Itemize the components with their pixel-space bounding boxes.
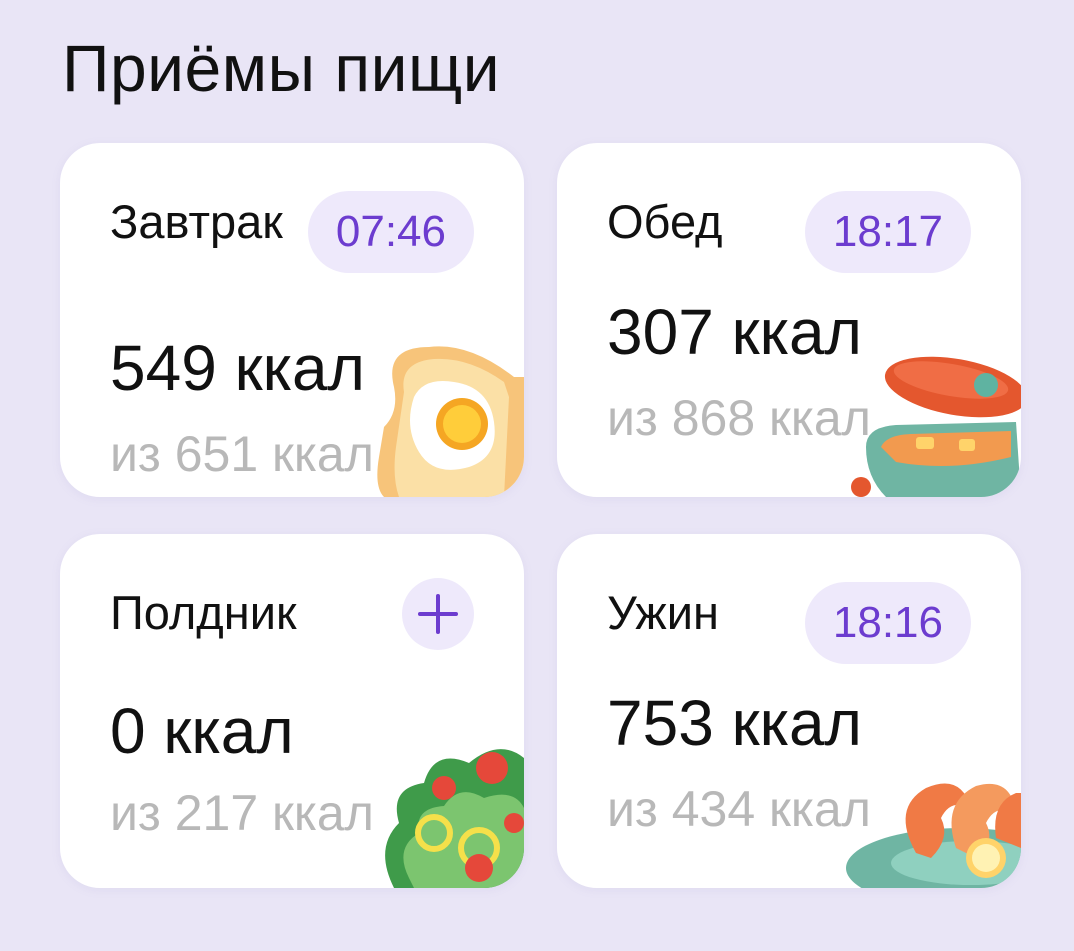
meal-name: Полдник [110,586,297,639]
meal-kcal-target: из 217 ккал [110,785,374,841]
meal-name: Завтрак [110,195,283,248]
meal-kcal-target: из 868 ккал [607,390,871,446]
meal-card-dinner[interactable]: Ужин 18:16 753 ккал из 434 ккал [557,534,1021,888]
meal-card-lunch[interactable]: Обед 18:17 307 ккал из 868 ккал [557,143,1021,497]
page-title: Приёмы пищи [62,31,501,105]
meal-kcal: 549 ккал [110,332,365,404]
add-meal-button[interactable] [402,578,474,650]
meal-card-snack[interactable]: Полдник 0 ккал из 217 ккал [60,534,524,888]
salad-icon [385,749,524,888]
soup-bowl-icon [851,356,1021,497]
meal-name: Обед [607,195,723,248]
meal-name: Ужин [607,586,719,639]
meal-kcal: 0 ккал [110,695,294,767]
meal-kcal-target: из 651 ккал [110,426,374,482]
meal-card-breakfast[interactable]: Завтрак 07:46 549 ккал из 651 ккал [60,143,524,497]
meal-kcal: 753 ккал [607,687,862,759]
meal-time-badge: 18:16 [804,582,971,664]
plus-icon [418,594,458,634]
meal-kcal: 307 ккал [607,296,862,368]
meal-time-badge: 07:46 [307,191,474,273]
toast-egg-icon [377,346,524,497]
shrimp-plate-icon [846,783,1021,888]
meal-time-badge: 18:17 [804,191,971,273]
